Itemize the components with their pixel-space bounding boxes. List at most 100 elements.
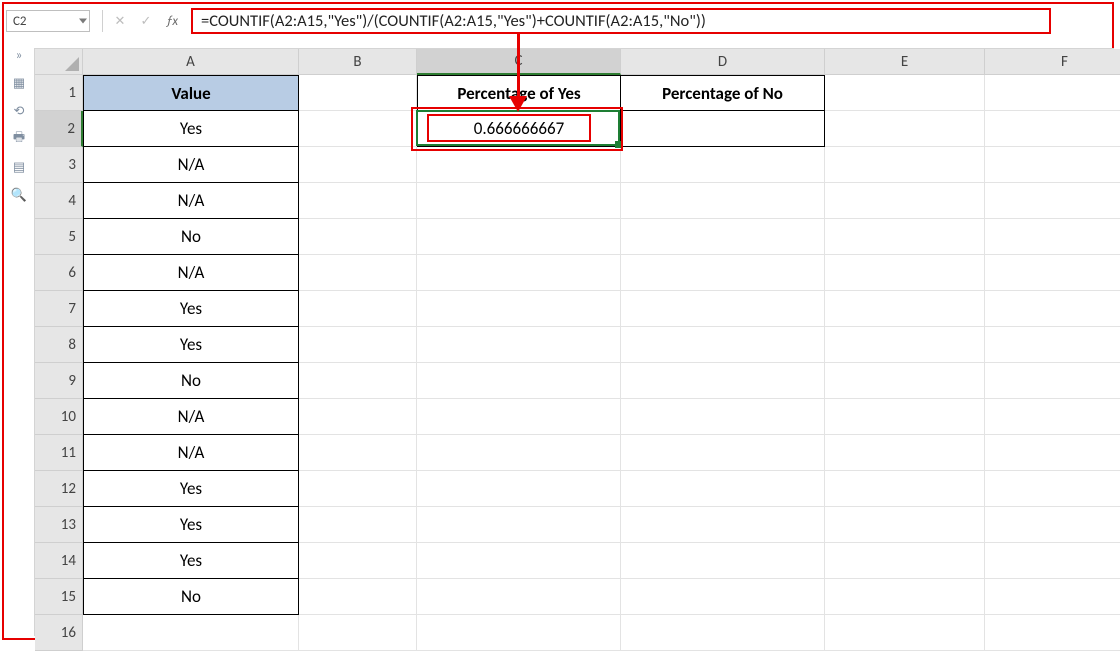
cell-A16[interactable] bbox=[83, 615, 299, 651]
row-header-4[interactable]: 4 bbox=[35, 183, 83, 219]
cell-D15[interactable] bbox=[621, 579, 825, 615]
column-header-A[interactable]: A bbox=[83, 49, 299, 75]
cell-D13[interactable] bbox=[621, 507, 825, 543]
cell-A13[interactable]: Yes bbox=[83, 507, 299, 543]
cell-F6[interactable] bbox=[985, 255, 1120, 291]
cell-A11[interactable]: N/A bbox=[83, 435, 299, 471]
cell-B8[interactable] bbox=[299, 327, 417, 363]
cell-E9[interactable] bbox=[825, 363, 985, 399]
header-percentage-yes[interactable]: Percentage of Yes bbox=[417, 75, 621, 111]
cell-B1[interactable] bbox=[299, 75, 417, 111]
cell-B9[interactable] bbox=[299, 363, 417, 399]
history-icon[interactable]: ⟲ bbox=[10, 104, 28, 118]
cell-B2[interactable] bbox=[299, 111, 417, 147]
row-header-7[interactable]: 7 bbox=[35, 291, 83, 327]
cell-E11[interactable] bbox=[825, 435, 985, 471]
cell-F11[interactable] bbox=[985, 435, 1120, 471]
cell-E6[interactable] bbox=[825, 255, 985, 291]
cell-D8[interactable] bbox=[621, 327, 825, 363]
cell-C12[interactable] bbox=[417, 471, 621, 507]
cell-A14[interactable]: Yes bbox=[83, 543, 299, 579]
cell-C10[interactable] bbox=[417, 399, 621, 435]
cell-E4[interactable] bbox=[825, 183, 985, 219]
row-header-13[interactable]: 13 bbox=[35, 507, 83, 543]
cell-D3[interactable] bbox=[621, 147, 825, 183]
cell-D12[interactable] bbox=[621, 471, 825, 507]
cell-B12[interactable] bbox=[299, 471, 417, 507]
cell-F1[interactable] bbox=[985, 75, 1120, 111]
name-box[interactable]: C2 bbox=[6, 10, 90, 32]
formula-input[interactable]: =COUNTIF(A2:A15,"Yes")/(COUNTIF(A2:A15,"… bbox=[201, 11, 706, 31]
cell-E1[interactable] bbox=[825, 75, 985, 111]
cell-B13[interactable] bbox=[299, 507, 417, 543]
column-header-D[interactable]: D bbox=[621, 49, 825, 75]
cell-E7[interactable] bbox=[825, 291, 985, 327]
row-header-1[interactable]: 1 bbox=[35, 75, 83, 111]
cell-A5[interactable]: No bbox=[83, 219, 299, 255]
row-header-16[interactable]: 16 bbox=[35, 615, 83, 651]
header-value[interactable]: Value bbox=[83, 75, 299, 111]
cell-B5[interactable] bbox=[299, 219, 417, 255]
cell-C15[interactable] bbox=[417, 579, 621, 615]
row-header-10[interactable]: 10 bbox=[35, 399, 83, 435]
cell-D4[interactable] bbox=[621, 183, 825, 219]
cell-E2[interactable] bbox=[825, 111, 985, 147]
cell-B16[interactable] bbox=[299, 615, 417, 651]
column-header-E[interactable]: E bbox=[825, 49, 985, 75]
column-header-B[interactable]: B bbox=[299, 49, 417, 75]
row-header-14[interactable]: 14 bbox=[35, 543, 83, 579]
column-header-C[interactable]: C bbox=[417, 49, 621, 75]
cell-F8[interactable] bbox=[985, 327, 1120, 363]
select-all-button[interactable] bbox=[35, 49, 83, 75]
cell-F4[interactable] bbox=[985, 183, 1120, 219]
cell-C5[interactable] bbox=[417, 219, 621, 255]
cell-C4[interactable] bbox=[417, 183, 621, 219]
cell-C8[interactable] bbox=[417, 327, 621, 363]
expand-pane-icon[interactable]: » bbox=[10, 48, 28, 62]
cell-B11[interactable] bbox=[299, 435, 417, 471]
cell-D10[interactable] bbox=[621, 399, 825, 435]
cell-A12[interactable]: Yes bbox=[83, 471, 299, 507]
row-header-12[interactable]: 12 bbox=[35, 471, 83, 507]
cell-E12[interactable] bbox=[825, 471, 985, 507]
row-header-9[interactable]: 9 bbox=[35, 363, 83, 399]
cell-E10[interactable] bbox=[825, 399, 985, 435]
cell-A10[interactable]: N/A bbox=[83, 399, 299, 435]
cell-A8[interactable]: Yes bbox=[83, 327, 299, 363]
header-percentage-no[interactable]: Percentage of No bbox=[621, 75, 825, 111]
cell-F13[interactable] bbox=[985, 507, 1120, 543]
cell-F5[interactable] bbox=[985, 219, 1120, 255]
cell-C7[interactable] bbox=[417, 291, 621, 327]
cell-C11[interactable] bbox=[417, 435, 621, 471]
cell-B15[interactable] bbox=[299, 579, 417, 615]
cell-F2[interactable] bbox=[985, 111, 1120, 147]
cell-C6[interactable] bbox=[417, 255, 621, 291]
row-header-6[interactable]: 6 bbox=[35, 255, 83, 291]
cell-F14[interactable] bbox=[985, 543, 1120, 579]
cell-E14[interactable] bbox=[825, 543, 985, 579]
cell-A9[interactable]: No bbox=[83, 363, 299, 399]
grid-icon[interactable]: ▦ bbox=[10, 76, 28, 90]
cell-A15[interactable]: No bbox=[83, 579, 299, 615]
cell-D11[interactable] bbox=[621, 435, 825, 471]
find-icon[interactable]: 🔍 bbox=[10, 188, 28, 202]
cell-F12[interactable] bbox=[985, 471, 1120, 507]
cell-F15[interactable] bbox=[985, 579, 1120, 615]
cell-C13[interactable] bbox=[417, 507, 621, 543]
row-header-11[interactable]: 11 bbox=[35, 435, 83, 471]
cell-A7[interactable]: Yes bbox=[83, 291, 299, 327]
cell-D9[interactable] bbox=[621, 363, 825, 399]
row-header-15[interactable]: 15 bbox=[35, 579, 83, 615]
cell-F16[interactable] bbox=[985, 615, 1120, 651]
cell-E16[interactable] bbox=[825, 615, 985, 651]
cell-B4[interactable] bbox=[299, 183, 417, 219]
cell-B6[interactable] bbox=[299, 255, 417, 291]
cell-C3[interactable] bbox=[417, 147, 621, 183]
cell-A4[interactable]: N/A bbox=[83, 183, 299, 219]
cell-A2[interactable]: Yes bbox=[83, 111, 299, 147]
cell-D6[interactable] bbox=[621, 255, 825, 291]
cell-D2[interactable] bbox=[621, 111, 825, 147]
cell-E5[interactable] bbox=[825, 219, 985, 255]
cell-E8[interactable] bbox=[825, 327, 985, 363]
cell-D5[interactable] bbox=[621, 219, 825, 255]
